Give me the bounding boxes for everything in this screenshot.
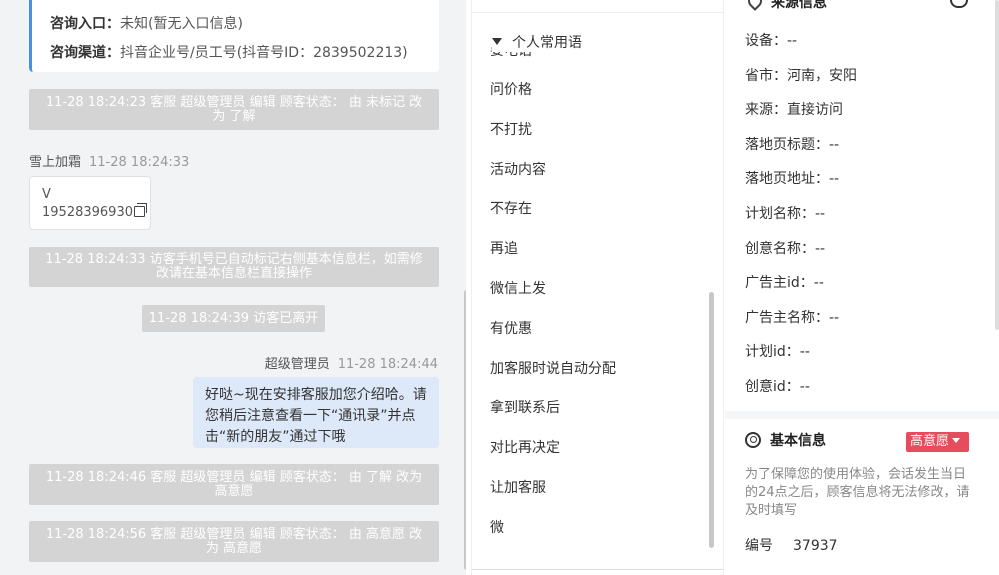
phrase-item[interactable]: 再追 <box>490 239 616 279</box>
source-field: 广告主名称：-- <box>745 309 840 326</box>
source-field: 创意id：-- <box>745 378 810 395</box>
chat-panel: 咨询入口：未知(暂无入口信息) 咨询渠道：抖音企业号/员工号(抖音号ID：283… <box>0 0 466 575</box>
phrase-item[interactable]: 活动内容 <box>490 160 616 200</box>
phrase-item[interactable]: 加客服时说自动分配 <box>490 359 616 399</box>
user-icon <box>745 432 761 448</box>
visitor-message-time: 11-28 18:24:33 <box>89 155 190 170</box>
divider <box>472 569 723 570</box>
intent-level-value: 高意愿 <box>910 434 950 449</box>
source-field: 落地页地址：-- <box>745 171 840 188</box>
source-field: 计划id：-- <box>745 344 810 361</box>
phrase-item[interactable]: 不存在 <box>490 199 616 239</box>
phrase-item[interactable]: 问价格 <box>490 80 616 120</box>
phrase-item[interactable]: 不打扰 <box>490 120 616 160</box>
serial-label: 编号 <box>745 538 773 554</box>
consult-channel-label: 咨询渠道： <box>50 45 120 61</box>
agent-message-time: 11-28 18:24:44 <box>337 357 438 372</box>
phrase-group-header[interactable]: 个人常用语 <box>492 32 586 52</box>
phrase-item[interactable]: 微信上发 <box>490 279 616 319</box>
visitor-message-meta: 雪上加霜 11-28 18:24:33 <box>29 151 189 170</box>
chat-scrollbar[interactable] <box>464 290 466 570</box>
copy-icon[interactable] <box>133 203 147 217</box>
visitor-phone-number: 19528396930 <box>42 205 133 220</box>
source-field: 来源：直接访问 <box>745 102 843 119</box>
visitor-message-bubble: V 19528396930 <box>29 176 151 230</box>
basic-info-title: 基本信息 <box>745 431 826 451</box>
consult-info-card: 咨询入口：未知(暂无入口信息) 咨询渠道：抖音企业号/员工号(抖音号ID：283… <box>29 0 439 72</box>
consult-entry-value: 未知(暂无入口信息) <box>120 16 243 32</box>
source-field: 创意名称：-- <box>745 240 826 257</box>
consult-channel-value: 抖音企业号/员工号(抖音号ID：2839502213) <box>120 45 408 61</box>
phrase-item[interactable]: 对比再决定 <box>490 438 616 478</box>
agent-name: 超级管理员 <box>264 357 330 372</box>
visitor-message-line: V <box>42 187 51 202</box>
visitor-name: 雪上加霜 <box>29 155 82 170</box>
system-message: 11-28 18:24:33 访客手机号已自动标记右侧基本信息栏，如需修改请在基… <box>29 247 439 287</box>
phrase-item[interactable]: 让加客服 <box>490 478 616 518</box>
consult-entry-label: 咨询入口： <box>50 16 120 32</box>
edit-notice: 为了保障您的使用体验，会话发生当日的24点之后，顾客信息将无法修改，请及时填写 <box>745 467 970 518</box>
serial-value: 37937 <box>793 538 838 554</box>
divider <box>472 12 723 13</box>
phrase-group-title: 个人常用语 <box>512 35 582 51</box>
phrase-list: 问价格 不打扰 活动内容 不存在 再追 微信上发 有优惠 加客服时说自动分配 拿… <box>490 80 616 558</box>
source-field: 落地页标题：-- <box>745 136 840 153</box>
source-field: 计划名称：-- <box>745 205 826 222</box>
phrase-item[interactable]: 有优惠 <box>490 319 616 359</box>
source-field: 设备：-- <box>745 33 798 49</box>
consult-channel-row: 咨询渠道：抖音企业号/员工号(抖音号ID：2839502213) <box>50 42 408 62</box>
agent-message-meta: 超级管理员 11-28 18:24:44 <box>265 353 438 372</box>
system-message: 11-28 18:24:46 客服 超级管理员 编辑 顾客状态： 由 了解 改为… <box>29 464 439 505</box>
source-info-title: 来源信息 <box>771 0 827 11</box>
source-field: 广告主id：-- <box>745 275 824 292</box>
serial-row: 编号 37937 <box>745 536 838 556</box>
system-message: 11-28 18:24:56 客服 超级管理员 编辑 顾客状态： 由 高意愿 改… <box>29 521 439 562</box>
caret-down-icon <box>492 38 502 45</box>
source-fields: 设备：-- 省市：河南，安阳 来源：直接访问 落地页标题：-- 落地页地址：--… <box>745 31 857 412</box>
phrase-item[interactable]: 拿到联系后 <box>490 398 616 438</box>
intent-level-dropdown[interactable]: 高意愿 <box>906 432 969 452</box>
collapse-icon[interactable] <box>950 0 968 8</box>
section-divider <box>725 411 999 419</box>
common-phrases-panel: 要电话 个人常用语 问价格 不打扰 活动内容 不存在 再追 微信上发 有优惠 加… <box>471 0 724 575</box>
system-message: 11-28 18:24:39 访客已离开 <box>142 305 325 332</box>
visitor-info-panel: 来源信息 设备：-- 省市：河南，安阳 来源：直接访问 落地页标题：-- 落地页… <box>725 0 999 575</box>
agent-message-bubble: 好哒~现在安排客服加您介绍哈。请您稍后注意查看一下“通讯录”并点击“新的朋友”通… <box>193 377 439 448</box>
phrase-item[interactable]: 微 <box>490 518 616 558</box>
source-field: 省市：河南，安阳 <box>745 67 857 84</box>
caret-down-icon <box>952 438 961 443</box>
phrases-scrollbar[interactable] <box>709 292 714 548</box>
system-message: 11-28 18:24:23 客服 超级管理员 编辑 顾客状态： 由 未标记 改… <box>29 89 439 130</box>
info-scrollbar[interactable] <box>995 0 999 330</box>
consult-entry-row: 咨询入口：未知(暂无入口信息) <box>50 13 243 33</box>
